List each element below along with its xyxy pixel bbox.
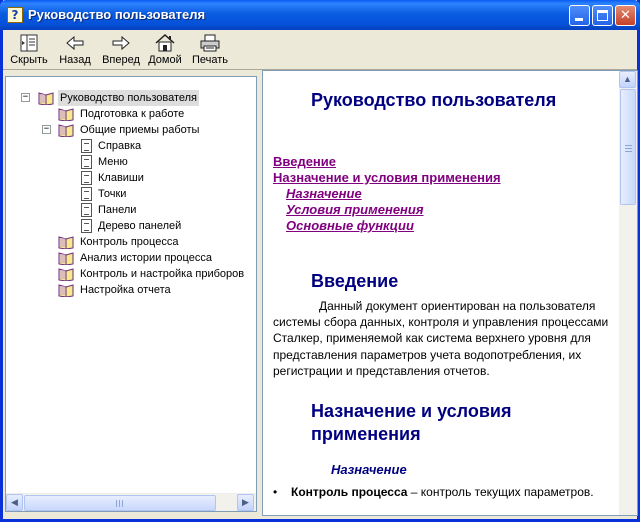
print-label: Печать xyxy=(191,54,229,66)
section-heading-intro: Введение xyxy=(311,271,399,291)
scroll-right-button[interactable]: ▶ xyxy=(237,494,254,511)
minimize-icon xyxy=(575,18,583,21)
toc-link-intro[interactable]: Введение xyxy=(273,154,336,169)
home-button[interactable]: Домой xyxy=(145,33,185,69)
maximize-button[interactable] xyxy=(592,5,613,26)
vertical-scrollbar[interactable]: ▲ xyxy=(619,71,637,515)
collapse-toggle[interactable]: − xyxy=(21,93,30,102)
thumb-grip xyxy=(625,148,632,149)
tree-item-label: Точки xyxy=(98,188,127,200)
book-icon xyxy=(58,252,74,265)
page-icon xyxy=(81,203,92,217)
bullet-dot-icon: • xyxy=(273,485,278,499)
page-title: Руководство пользователя xyxy=(311,90,557,110)
thumb-grip xyxy=(116,500,117,507)
tree-item-label: Дерево панелей xyxy=(98,220,182,232)
open-book-icon xyxy=(38,92,54,105)
close-icon: ✕ xyxy=(620,8,631,23)
tree-item-label: Клавиши xyxy=(98,172,144,184)
tree-item-label: Контроль процесса xyxy=(80,236,179,248)
home-label: Домой xyxy=(148,54,182,66)
book-icon xyxy=(58,108,74,121)
vertical-scroll-thumb[interactable] xyxy=(620,89,636,205)
tree-item-label: Настройка отчета xyxy=(80,284,171,296)
maximize-icon xyxy=(597,10,608,21)
hide-label: Скрыть xyxy=(10,54,48,66)
page-icon xyxy=(81,187,92,201)
intro-paragraph: Данный документ ориентирован на пользова… xyxy=(273,299,609,378)
horizontal-scrollbar[interactable]: ◀ ▶ xyxy=(6,493,256,511)
minimize-button[interactable] xyxy=(569,5,590,26)
horizontal-scroll-thumb[interactable] xyxy=(24,495,216,511)
section-heading-purpose-line2: применения xyxy=(311,424,421,444)
subsection-heading: Назначение xyxy=(331,462,407,477)
toc-link-main-functions[interactable]: Основные функции xyxy=(286,218,414,233)
printer-icon xyxy=(200,34,220,52)
scroll-up-button[interactable]: ▲ xyxy=(619,71,636,88)
topic-pane: Руководство пользователя Введение Назнач… xyxy=(262,70,638,516)
tree-item-label: Меню xyxy=(98,156,128,168)
back-label: Назад xyxy=(59,54,91,66)
hide-button[interactable]: Скрыть xyxy=(7,33,51,69)
chevron-right-icon: ▶ xyxy=(242,497,249,507)
tree-item-label: Подготовка к работе xyxy=(80,108,185,120)
home-icon xyxy=(155,33,175,52)
tree-item-label: Анализ истории процесса xyxy=(80,252,212,264)
thumb-grip xyxy=(119,500,120,507)
tree-item-label: Общие приемы работы xyxy=(80,124,200,136)
contents-tree: − Руководство пользователя Подготовка к … xyxy=(6,77,256,493)
tree-item-label: Контроль и настройка приборов xyxy=(80,268,245,280)
page-icon xyxy=(81,139,92,153)
open-book-icon xyxy=(58,124,74,137)
title-bar[interactable]: ? Руководство пользователя ✕ xyxy=(0,0,640,30)
window-title: Руководство пользователя xyxy=(28,7,206,22)
hide-pane-icon xyxy=(20,34,38,52)
toc-link-purpose[interactable]: Назначение xyxy=(286,186,362,201)
book-icon xyxy=(58,236,74,249)
collapse-toggle[interactable]: − xyxy=(42,125,51,134)
page-icon xyxy=(81,171,92,185)
help-window: ? Руководство пользователя ✕ Скрыть Наза… xyxy=(0,0,640,522)
page-icon xyxy=(81,219,92,233)
tree-item-label: Справка xyxy=(98,140,142,152)
arrow-left-icon xyxy=(66,35,84,51)
page-icon xyxy=(81,155,92,169)
thumb-grip xyxy=(625,151,632,152)
toc-link-purpose-conditions[interactable]: Назначение и условия применения xyxy=(273,170,501,185)
bullet-text: – контроль текущих параметров. xyxy=(407,485,594,499)
thumb-grip xyxy=(625,145,632,146)
print-button[interactable]: Печать xyxy=(189,33,231,69)
chevron-left-icon: ◀ xyxy=(11,497,18,507)
bullet-item: • Контроль процесса – контроль текущих па… xyxy=(273,484,613,500)
topic-content: Руководство пользователя Введение Назнач… xyxy=(263,71,619,517)
chevron-up-icon: ▲ xyxy=(623,74,632,84)
scroll-left-button[interactable]: ◀ xyxy=(6,494,23,511)
toolbar: Скрыть Назад Вперед Домой Печать xyxy=(3,30,637,70)
section-heading-purpose-line1: Назначение и условия xyxy=(311,401,512,421)
back-button[interactable]: Назад xyxy=(55,33,95,69)
tree-item-label: Панели xyxy=(98,204,137,216)
arrow-right-icon xyxy=(112,35,130,51)
close-button[interactable]: ✕ xyxy=(615,5,636,26)
forward-button[interactable]: Вперед xyxy=(99,33,143,69)
thumb-grip xyxy=(122,500,123,507)
contents-pane: − Руководство пользователя Подготовка к … xyxy=(5,76,257,512)
help-book-icon: ? xyxy=(7,7,23,23)
forward-label: Вперед xyxy=(102,54,140,66)
book-icon xyxy=(58,284,74,297)
bullet-term: Контроль процесса xyxy=(291,485,408,499)
toc-link-conditions[interactable]: Условия применения xyxy=(286,202,424,217)
book-icon xyxy=(58,268,74,281)
tree-item-label: Руководство пользователя xyxy=(58,90,199,106)
